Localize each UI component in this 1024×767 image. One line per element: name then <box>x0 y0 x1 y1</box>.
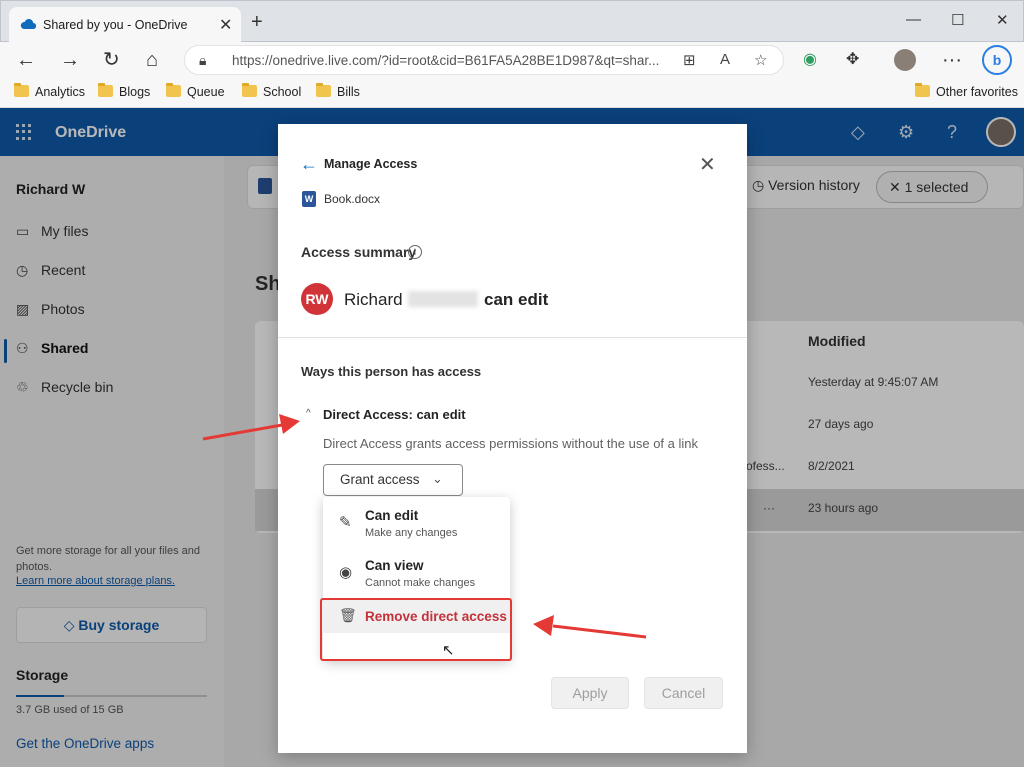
refresh-icon[interactable]: ↻ <box>103 48 120 72</box>
back-icon[interactable]: ← <box>16 48 36 72</box>
chevron-up-icon[interactable]: ^ <box>306 408 311 419</box>
menu-item-can-edit-desc: Make any changes <box>365 527 458 539</box>
address-bar[interactable]: 🔒︎ https://onedrive.live.com/?id=root&ci… <box>184 45 784 75</box>
mouse-cursor-icon: ↖ <box>442 642 455 659</box>
info-icon[interactable]: i <box>408 245 422 259</box>
folder-icon <box>14 83 29 97</box>
cancel-button[interactable]: Cancel <box>644 677 723 709</box>
extensions-puzzle-icon[interactable]: ✥ <box>846 48 859 72</box>
favorite-star-icon[interactable]: ☆ <box>754 51 767 69</box>
favorite-blogs[interactable]: Blogs <box>98 83 150 99</box>
browser-toolbar: ← → ↻ ⌂ 🔒︎ https://onedrive.live.com/?id… <box>0 42 1024 78</box>
bing-chat-icon[interactable]: b <box>982 45 1012 75</box>
close-icon[interactable]: ✕ <box>699 152 716 177</box>
divider <box>278 337 747 338</box>
read-aloud-icon[interactable]: A <box>720 51 730 68</box>
browser-tab[interactable]: Shared by you - OneDrive ✕ <box>9 7 241 43</box>
menu-item-can-view-desc: Cannot make changes <box>365 577 476 589</box>
folder-icon <box>915 83 930 97</box>
minimize-icon[interactable]: — <box>906 11 921 28</box>
direct-access-description: Direct Access grants access permissions … <box>323 436 698 451</box>
extension-icon[interactable]: ◉ <box>803 48 817 72</box>
file-name: Book.docx <box>324 192 381 206</box>
word-doc-icon: W <box>302 191 316 207</box>
window-close-icon[interactable]: ✕ <box>996 11 1009 29</box>
eye-icon: ◉ <box>339 564 353 581</box>
back-arrow-icon[interactable]: ← <box>300 154 318 175</box>
forward-icon[interactable]: → <box>60 48 80 72</box>
home-icon[interactable]: ⌂ <box>146 48 158 72</box>
direct-access-heading[interactable]: Direct Access: can edit <box>323 407 466 422</box>
apply-button[interactable]: Apply <box>551 677 629 709</box>
folder-icon <box>166 83 181 97</box>
url-text: https://onedrive.live.com/?id=root&cid=B… <box>232 53 660 68</box>
chevron-down-icon: ⌄ <box>432 471 443 486</box>
person-name: Richard <box>344 290 403 309</box>
more-options-icon[interactable]: ··· <box>942 48 962 72</box>
favorite-bills[interactable]: Bills <box>316 83 360 99</box>
dialog-title: Manage Access <box>324 157 418 171</box>
folder-icon <box>242 83 257 97</box>
lock-icon[interactable]: 🔒︎ <box>199 52 206 69</box>
redacted-surname <box>408 291 478 307</box>
other-favorites[interactable]: Other favorites <box>915 83 1018 99</box>
app-available-icon[interactable]: ⊞ <box>683 51 696 69</box>
browser-tab-bar: Shared by you - OneDrive ✕ + — ☐ ✕ <box>0 0 1024 43</box>
favorite-analytics[interactable]: Analytics <box>14 83 85 99</box>
folder-icon <box>316 83 331 97</box>
manage-access-dialog: ← Manage Access ✕ W Book.docx Access sum… <box>278 124 747 753</box>
new-tab-icon[interactable]: + <box>251 11 263 34</box>
grant-access-label: Grant access <box>340 472 420 487</box>
close-tab-icon[interactable]: ✕ <box>219 15 232 35</box>
tab-title: Shared by you - OneDrive <box>43 18 188 32</box>
maximize-icon[interactable]: ☐ <box>951 11 964 29</box>
permission-level: can edit <box>484 290 549 309</box>
access-summary-heading: Access summary <box>301 244 417 260</box>
favorite-queue[interactable]: Queue <box>166 83 225 99</box>
favorite-school[interactable]: School <box>242 83 301 99</box>
folder-icon <box>98 83 113 97</box>
avatar: RW <box>301 283 333 315</box>
menu-item-can-view[interactable]: Can view <box>365 558 424 573</box>
profile-avatar[interactable] <box>894 49 916 71</box>
onedrive-cloud-icon <box>20 19 36 30</box>
grant-access-dropdown[interactable]: Grant access ⌄ <box>323 464 463 496</box>
menu-item-can-edit[interactable]: Can edit <box>365 508 418 523</box>
pencil-icon: ✎ <box>339 514 352 531</box>
ways-heading: Ways this person has access <box>301 364 482 379</box>
annotation-highlight-box <box>320 598 512 661</box>
favorites-bar: Analytics Blogs Queue School Bills Other… <box>0 78 1024 108</box>
